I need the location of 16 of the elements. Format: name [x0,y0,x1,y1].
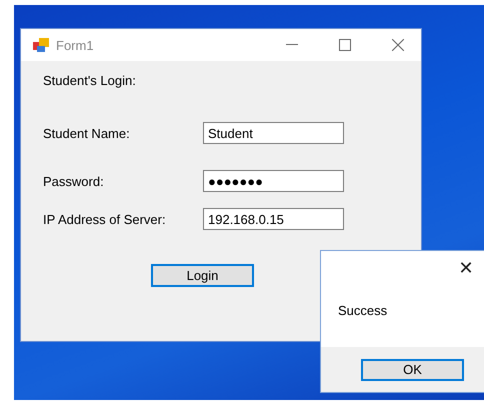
message-text: Success [338,303,388,318]
minimize-icon [286,44,298,46]
ok-button[interactable]: OK [361,358,464,380]
close-icon [392,39,404,51]
field-label: Password: [43,174,105,188]
input-field[interactable]: 192.168.0.15 [203,208,344,230]
maximize-icon [339,39,351,51]
field-label: IP Address of Server: [43,212,167,226]
close-button[interactable]: ✕ [455,255,477,281]
login-button[interactable]: Login [151,264,254,287]
field-label: Student Name: [43,126,131,140]
window-title: Form1 [56,38,95,52]
input-field[interactable]: ●●●●●●● [203,170,344,192]
input-field[interactable]: Student [203,122,344,144]
app-icon [33,38,49,52]
form-heading: Student's Login: [43,73,137,88]
